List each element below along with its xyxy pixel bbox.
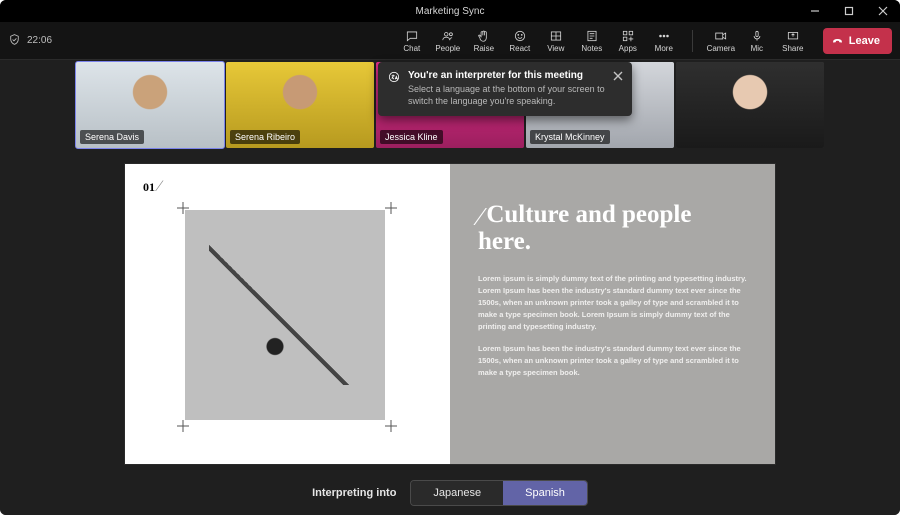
language-option-japanese[interactable]: Japanese xyxy=(411,481,503,505)
view-label: View xyxy=(547,44,564,53)
toolbar-av-group: Camera Mic Share xyxy=(703,24,811,58)
people-icon xyxy=(441,29,455,43)
notes-button[interactable]: Notes xyxy=(574,24,610,58)
interpreter-tooltip: You're an interpreter for this meeting S… xyxy=(378,62,632,116)
language-selector: Japanese Spanish xyxy=(410,480,587,506)
raise-hand-icon xyxy=(477,29,491,43)
shared-document: 01∕ ∕Culture and people here. Lorem ipsu… xyxy=(125,164,775,464)
raise-label: Raise xyxy=(474,44,494,53)
window-controls xyxy=(798,0,900,22)
video-tile[interactable]: Serena Davis xyxy=(76,62,224,148)
tooltip-title: You're an interpreter for this meeting xyxy=(408,70,606,81)
participant-video-strip: Serena Davis Serena Ribeiro Jessica Klin… xyxy=(0,60,900,150)
tooltip-close-button[interactable] xyxy=(610,68,626,84)
more-button[interactable]: More xyxy=(646,24,682,58)
close-icon xyxy=(613,71,623,81)
document-photo xyxy=(185,210,385,420)
participant-name: Jessica Kline xyxy=(380,130,443,144)
minimize-icon xyxy=(810,6,820,16)
maximize-icon xyxy=(844,6,854,16)
react-label: React xyxy=(509,44,530,53)
mic-label: Mic xyxy=(751,44,763,53)
apps-button[interactable]: Apps xyxy=(610,24,646,58)
shared-content-area: 01∕ ∕Culture and people here. Lorem ipsu… xyxy=(0,150,900,471)
page-number-value: 01 xyxy=(143,180,155,194)
shield-icon xyxy=(8,33,21,49)
raise-hand-button[interactable]: Raise xyxy=(466,24,502,58)
more-label: More xyxy=(655,44,673,53)
people-button[interactable]: People xyxy=(430,24,466,58)
participant-name: Serena Ribeiro xyxy=(230,130,300,144)
meeting-timer-group: 22:06 xyxy=(8,33,52,49)
document-right-page: ∕Culture and people here. Lorem ipsum is… xyxy=(450,164,775,464)
toolbar-main-group: Chat People Raise React View Notes xyxy=(394,24,682,58)
close-icon xyxy=(878,6,888,16)
close-button[interactable] xyxy=(866,0,900,22)
tooltip-body: Select a language at the bottom of your … xyxy=(408,83,606,107)
crop-mark-icon xyxy=(385,202,397,214)
camera-button[interactable]: Camera xyxy=(703,24,739,58)
meeting-toolbar: 22:06 Chat People Raise React View xyxy=(0,22,900,60)
leave-icon xyxy=(831,34,844,47)
video-tile[interactable] xyxy=(676,62,824,148)
view-icon xyxy=(549,29,563,43)
chat-button[interactable]: Chat xyxy=(394,24,430,58)
participant-name: Krystal McKinney xyxy=(530,130,610,144)
share-button[interactable]: Share xyxy=(775,24,811,58)
people-label: People xyxy=(435,44,460,53)
chat-icon xyxy=(405,29,419,43)
interpreter-bar: Interpreting into Japanese Spanish xyxy=(0,471,900,515)
apps-icon xyxy=(621,29,635,43)
document-left-page: 01∕ xyxy=(125,164,450,464)
crop-mark-icon xyxy=(177,420,189,432)
participant-video xyxy=(676,62,824,148)
title-bar: Marketing Sync xyxy=(0,0,900,22)
participant-name: Serena Davis xyxy=(80,130,144,144)
camera-icon xyxy=(714,29,728,43)
meeting-timer: 22:06 xyxy=(27,35,52,46)
minimize-button[interactable] xyxy=(798,0,832,22)
mic-icon xyxy=(750,29,764,43)
page-number: 01∕ xyxy=(143,178,432,196)
document-paragraph: Lorem ipsum is simply dummy text of the … xyxy=(478,273,747,333)
apps-label: Apps xyxy=(619,44,637,53)
notes-label: Notes xyxy=(581,44,602,53)
leave-label: Leave xyxy=(849,35,880,47)
meeting-window: Marketing Sync 22:06 Chat xyxy=(0,0,900,515)
share-icon xyxy=(786,29,800,43)
page-number-slash: ∕ xyxy=(158,178,161,195)
document-heading: ∕Culture and people here. xyxy=(478,200,747,255)
react-icon xyxy=(513,29,527,43)
more-icon xyxy=(657,29,671,43)
document-paragraph: Lorem Ipsum has been the industry's stan… xyxy=(478,343,747,379)
maximize-button[interactable] xyxy=(832,0,866,22)
crop-mark-icon xyxy=(385,420,397,432)
interpreter-label: Interpreting into xyxy=(312,487,396,499)
window-title: Marketing Sync xyxy=(416,6,485,17)
camera-label: Camera xyxy=(707,44,735,53)
interpreter-icon xyxy=(387,70,401,84)
video-tile[interactable]: Serena Ribeiro xyxy=(226,62,374,148)
language-option-spanish[interactable]: Spanish xyxy=(503,481,587,505)
view-button[interactable]: View xyxy=(538,24,574,58)
share-label: Share xyxy=(782,44,803,53)
notes-icon xyxy=(585,29,599,43)
chat-label: Chat xyxy=(403,44,420,53)
toolbar-divider xyxy=(692,30,693,52)
react-button[interactable]: React xyxy=(502,24,538,58)
leave-button[interactable]: Leave xyxy=(823,28,892,54)
mic-button[interactable]: Mic xyxy=(739,24,775,58)
document-heading-text: Culture and people here. xyxy=(478,201,691,255)
